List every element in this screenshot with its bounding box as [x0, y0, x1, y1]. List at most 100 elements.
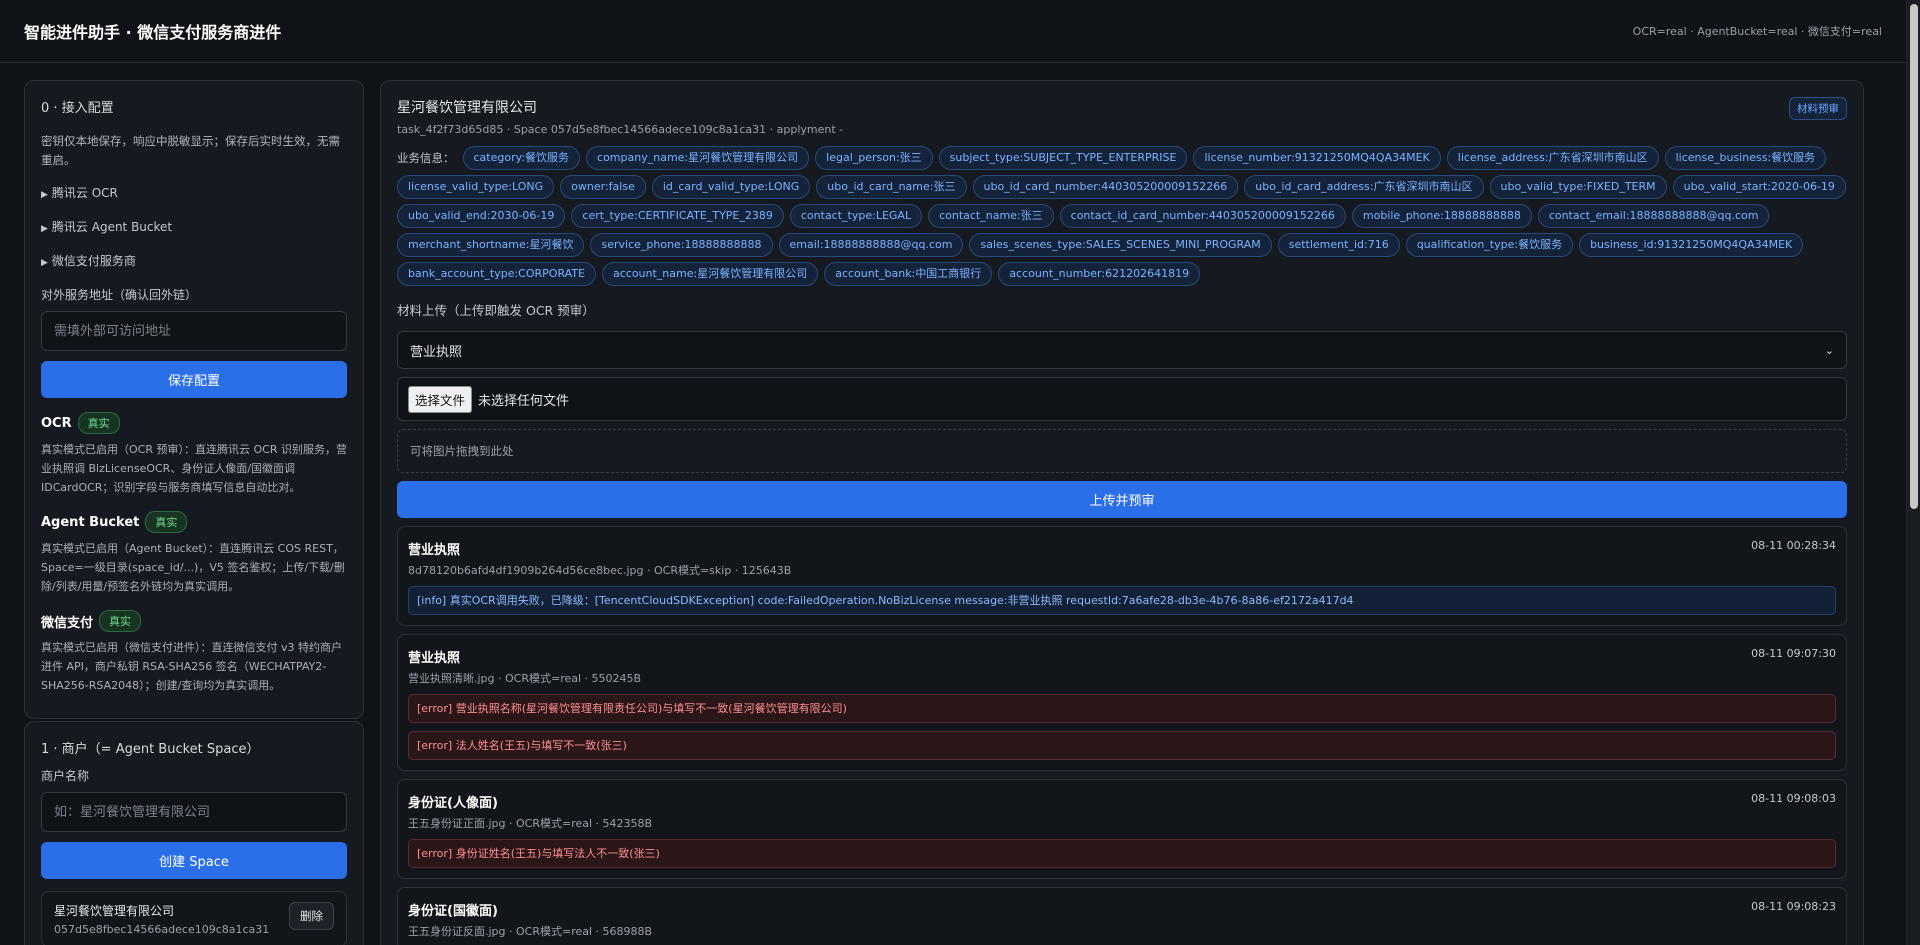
- space-name: 星河餐饮管理有限公司: [54, 904, 175, 918]
- service-ocr: OCR 真实 真实模式已启用（OCR 预审）：直连腾讯云 OCR 识别服务，营业…: [41, 412, 347, 497]
- business-info: 业务信息： category:餐饮服务 company_name:星河餐饮管理有限…: [397, 146, 1847, 286]
- task-panel: 星河餐饮管理有限公司 task_4f2f73d65d85 · Space 057…: [380, 80, 1864, 945]
- result-doc-type: 营业执照: [408, 651, 461, 666]
- status-badge: 真实: [145, 511, 188, 533]
- business-info-tag: account_bank:中国工商银行: [824, 262, 993, 286]
- service-name: OCR: [41, 415, 72, 431]
- result-meta: 营业执照清晰.jpg · OCR模式=real · 550245B: [408, 672, 642, 685]
- service-desc: 真实模式已启用（Agent Bucket）：直连腾讯云 COS REST，Spa…: [41, 542, 345, 593]
- save-config-button[interactable]: 保存配置: [41, 361, 347, 398]
- service-desc: 真实模式已启用（微信支付进件）：直连微信支付 v3 特约商户进件 API，商户私…: [41, 641, 342, 692]
- result-meta: 王五身份证正面.jpg · OCR模式=real · 542358B: [408, 817, 653, 830]
- choose-file-button[interactable]: 选择文件: [408, 385, 473, 413]
- file-input[interactable]: 选择文件 未选择任何文件: [397, 377, 1847, 421]
- service-name: 微信支付: [41, 615, 94, 631]
- error-message: [error] 法人姓名(王五)与填写不一致(张三): [408, 731, 1836, 760]
- business-info-tag: account_name:星河餐饮管理有限公司: [601, 262, 819, 286]
- service-wechat-pay: 微信支付 真实 真实模式已启用（微信支付进件）：直连微信支付 v3 特约商户进件…: [41, 610, 347, 695]
- result-doc-type: 营业执照: [408, 543, 461, 558]
- review-result-card: 身份证(人像面) 08-11 09:08:03 王五身份证正面.jpg · OCR模…: [397, 779, 1847, 879]
- scrollbar-thumb[interactable]: [1910, 4, 1918, 509]
- delete-space-button[interactable]: 删除: [289, 902, 334, 930]
- business-info-tag: cert_type:CERTIFICATE_TYPE_2389: [571, 204, 784, 228]
- result-time: 08-11 00:28:34: [1751, 539, 1836, 552]
- triangle-right-icon: ▶: [41, 190, 48, 200]
- business-info-tag: email:18888888888@qq.com: [778, 233, 964, 257]
- business-info-tag: account_number:621202641819: [998, 262, 1201, 286]
- env-status: OCR=real · AgentBucket=real · 微信支付=real: [1632, 25, 1882, 38]
- business-info-tag: license_number:91321250MQ4QA34MEK: [1193, 146, 1441, 170]
- results-list: 营业执照 08-11 00:28:34 8d78120b6afd4df1909b26…: [397, 526, 1847, 945]
- business-info-tag: license_business:餐饮服务: [1664, 146, 1827, 170]
- business-info-tag: bank_account_type:CORPORATE: [397, 262, 596, 286]
- doc-type-value: 营业执照: [410, 344, 463, 360]
- business-info-tag: ubo_id_card_address:广东省深圳市南山区: [1244, 175, 1484, 199]
- result-time: 08-11 09:08:23: [1751, 900, 1836, 913]
- info-message: [info] 真实OCR调用失败，已降级：[TencentCloudSDKExc…: [408, 586, 1836, 615]
- business-info-tag: license_valid_type:LONG: [397, 175, 555, 199]
- result-time: 08-11 09:08:03: [1751, 792, 1836, 805]
- task-meta: task_4f2f73d65d85 · Space 057d5e8fbec145…: [397, 123, 844, 136]
- merchant-name-label: 商户名称: [41, 769, 90, 783]
- result-time: 08-11 09:07:30: [1751, 647, 1836, 660]
- external-url-label: 对外服务地址（确认回外链）: [41, 288, 198, 302]
- external-url-input[interactable]: [41, 311, 347, 351]
- app-title: 智能进件助手 · 微信支付服务商进件: [24, 23, 282, 42]
- status-badge: 真实: [99, 610, 142, 632]
- business-info-tag: ubo_valid_type:FIXED_TERM: [1489, 175, 1667, 199]
- drop-zone[interactable]: 可将图片拖拽到此处: [397, 429, 1847, 473]
- create-space-button[interactable]: 创建 Space: [41, 842, 347, 879]
- drop-hint: 可将图片拖拽到此处: [410, 444, 514, 458]
- business-info-tag: settlement_id:716: [1277, 233, 1400, 257]
- business-info-tag: qualification_type:餐饮服务: [1405, 233, 1574, 257]
- service-name: Agent Bucket: [41, 514, 140, 530]
- error-message: [error] 身份证姓名(王五)与填写法人不一致(张三): [408, 839, 1836, 868]
- chevron-down-icon: ⌄: [1824, 343, 1834, 357]
- business-info-tag: mobile_phone:18888888888: [1351, 204, 1532, 228]
- space-id: 057d5e8fbec14566adece109c8a1ca31: [54, 923, 270, 936]
- business-info-tag: owner:false: [560, 175, 646, 199]
- business-info-tag: id_card_valid_type:LONG: [651, 175, 811, 199]
- business-info-tag: category:餐饮服务: [462, 146, 581, 170]
- review-result-card: 身份证(国徽面) 08-11 09:08:23 王五身份证反面.jpg · OCR模…: [397, 887, 1847, 945]
- business-info-tag: merchant_shortname:星河餐饮: [397, 233, 585, 257]
- result-meta: 8d78120b6afd4df1909b264d56ce8bec.jpg · O…: [408, 564, 792, 577]
- config-note: 密钥仅本地保存，响应中脱敏显示；保存后实时生效，无需重启。: [41, 134, 340, 167]
- business-info-label: 业务信息：: [397, 151, 455, 165]
- doc-type-select[interactable]: 营业执照 ⌄: [397, 331, 1847, 369]
- business-info-tag: ubo_valid_start:2020-06-19: [1672, 175, 1846, 199]
- business-info-tag: business_id:91321250MQ4QA34MEK: [1579, 233, 1804, 257]
- result-doc-type: 身份证(人像面): [408, 796, 498, 811]
- top-header: 智能进件助手 · 微信支付服务商进件 OCR=real · AgentBucke…: [0, 0, 1906, 63]
- expander-tencent-ocr[interactable]: ▶ 腾讯云 OCR: [41, 182, 347, 204]
- file-status: 未选择任何文件: [478, 393, 570, 409]
- space-list-item[interactable]: 星河餐饮管理有限公司 057d5e8fbec14566adece109c8a1c…: [41, 891, 347, 945]
- merchant-name-input[interactable]: [41, 792, 347, 832]
- page-scrollbar[interactable]: [1906, 0, 1920, 945]
- business-info-tag: contact_type:LEGAL: [789, 204, 923, 228]
- config-card: 0 · 接入配置 密钥仅本地保存，响应中脱敏显示；保存后实时生效，无需重启。 ▶…: [24, 80, 364, 719]
- business-info-tag: service_phone:18888888888: [590, 233, 773, 257]
- expander-wechat-pay[interactable]: ▶ 微信支付服务商: [41, 250, 347, 272]
- upload-title: 材料上传（上传即触发 OCR 预审）: [397, 303, 595, 318]
- preview-badge[interactable]: 材料预审: [1789, 97, 1847, 120]
- business-info-tag: contact_email:18888888888@qq.com: [1537, 204, 1770, 228]
- business-info-tag: company_name:星河餐饮管理有限公司: [586, 146, 810, 170]
- business-info-tag: license_address:广东省深圳市南山区: [1446, 146, 1659, 170]
- sidebar: 0 · 接入配置 密钥仅本地保存，响应中脱敏显示；保存后实时生效，无需重启。 ▶…: [24, 80, 364, 945]
- triangle-right-icon: ▶: [41, 224, 48, 234]
- review-result-card: 营业执照 08-11 00:28:34 8d78120b6afd4df1909b26…: [397, 526, 1847, 626]
- expander-agent-bucket[interactable]: ▶ 腾讯云 Agent Bucket: [41, 216, 347, 238]
- status-badge: 真实: [77, 412, 120, 434]
- merchant-card: 1 · 商户（= Agent Bucket Space） 商户名称 创建 Spa…: [24, 721, 364, 945]
- review-result-card: 营业执照 08-11 09:07:30 营业执照清晰.jpg · OCR模式=rea…: [397, 634, 1847, 771]
- result-doc-type: 身份证(国徽面): [408, 904, 498, 919]
- upload-preview-button[interactable]: 上传并预审: [397, 481, 1847, 518]
- business-info-tag: legal_person:张三: [815, 146, 933, 170]
- service-desc: 真实模式已启用（OCR 预审）：直连腾讯云 OCR 识别服务，营业执照调 Biz…: [41, 443, 347, 494]
- expander-label: 腾讯云 Agent Bucket: [51, 220, 173, 234]
- business-info-tag: contact_name:张三: [928, 204, 1054, 228]
- config-title: 0 · 接入配置: [41, 101, 114, 116]
- company-name: 星河餐饮管理有限公司: [397, 100, 537, 116]
- merchant-title: 1 · 商户（= Agent Bucket Space）: [41, 742, 260, 757]
